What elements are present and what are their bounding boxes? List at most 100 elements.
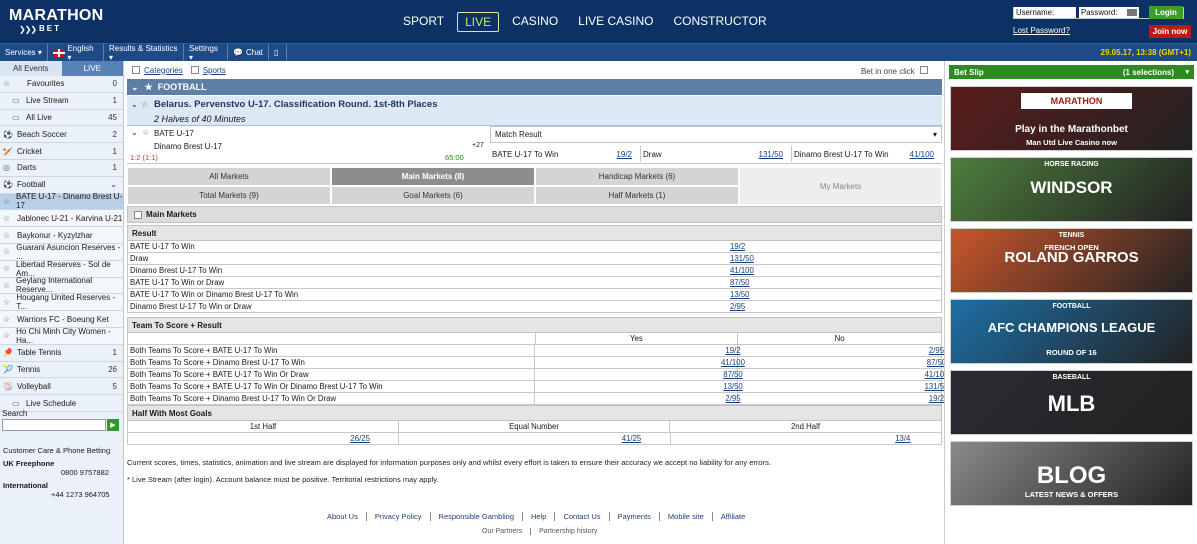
footer-mobile-site[interactable]: Mobile site [660, 512, 713, 521]
banner-afc-champions-league[interactable]: FOOTBALL AFC CHAMPIONS LEAGUE ROUND OF 16 [950, 299, 1193, 364]
banner-mlb[interactable]: BASEBALL MLB [950, 370, 1193, 435]
odd-cell-away[interactable]: Dinamo Brest U-17 To Win 41/100 [792, 146, 942, 162]
login-button[interactable]: Login [1149, 6, 1183, 19]
banner-man-utd-casino[interactable]: MARATHON Play in the Marathonbet Man Utd L… [950, 86, 1193, 151]
footer-affiliate[interactable]: Affiliate [713, 512, 753, 521]
odd-no[interactable]: 41/100 [738, 369, 949, 380]
sidebar-item-ev5[interactable]: ☆ Libertad Reserves - Sol de Am... [0, 260, 123, 278]
teams[interactable]: BATE U-17 Dinamo Brest U-17 [154, 127, 222, 153]
odd-value[interactable]: 2/95 [536, 302, 941, 311]
footer-contact-us[interactable]: Contact Us [555, 512, 610, 521]
collapse-icon[interactable]: ⌄ [131, 128, 138, 137]
categories-checkbox[interactable] [132, 66, 140, 74]
footer-responsible-gambling[interactable]: Responsible Gambling [431, 512, 524, 521]
sidebar-item-football[interactable]: ⚽ Football ⌄ [0, 177, 123, 194]
sidebar-item-ev9[interactable]: ☆ Ho Chi Minh City Women - Ha... [0, 327, 123, 345]
collapse-icon[interactable]: ⌄ [131, 100, 138, 109]
odd-yes[interactable]: 41/100 [535, 357, 745, 368]
join-now-button[interactable]: Join now [1149, 25, 1191, 38]
odd-value[interactable]: 87/50 [536, 278, 941, 287]
mobile-icon[interactable]: ▯ [269, 44, 287, 61]
odd-value[interactable]: 13/50 [536, 290, 941, 299]
sidebar-item-ev6[interactable]: ☆ Geylang International Reserve... [0, 276, 123, 294]
banner-windsor[interactable]: HORSE RACING WINDSOR [950, 157, 1193, 222]
sports-checkbox[interactable] [190, 66, 199, 74]
nav-live-casino[interactable]: LIVE CASINO [571, 12, 660, 32]
keyboard-icon[interactable] [1127, 9, 1137, 16]
star-icon[interactable]: ★ [145, 82, 153, 93]
tab-total-markets[interactable]: Total Markets (9) [127, 186, 331, 205]
sidebar-item-ev2[interactable]: ☆ Jablonec U-21 - Karvina U-21 [0, 210, 123, 228]
odd-no[interactable]: 131/50 [738, 381, 949, 392]
odd-first-half[interactable]: 26/25 [128, 433, 400, 444]
footer-payments[interactable]: Payments [610, 512, 660, 521]
marathon-logo[interactable]: MARATHON BET ❯❯❯ [9, 8, 104, 35]
odd-yes[interactable]: 2/95 [535, 393, 741, 404]
sidebar-item-beach-soccer[interactable]: ⚽ Beach Soccer 2 [0, 126, 123, 144]
nav-constructor[interactable]: CONSTRUCTOR [667, 12, 774, 32]
nav-sport[interactable]: SPORT [396, 12, 451, 32]
sidebar-item-live-stream[interactable]: ▭ Live Stream 1 [0, 93, 123, 110]
odd-value[interactable]: 131/50 [536, 254, 941, 263]
lost-password-link[interactable]: Lost Password? [1013, 26, 1070, 35]
odd-yes[interactable]: 13/50 [535, 381, 743, 392]
sidebar-item-tennis[interactable]: 🎾 Tennis 26 [0, 362, 123, 379]
settings-menu[interactable]: Settings ▾ [184, 44, 228, 62]
star-icon[interactable]: ☆ [141, 100, 148, 109]
nav-casino[interactable]: CASINO [505, 12, 565, 32]
sidebar-item-table-tennis[interactable]: 🏓 Table Tennis 1 [0, 345, 123, 362]
tab-live[interactable]: LIVE [61, 61, 123, 76]
sidebar-item-ev1[interactable]: ☆ BATE U-17 - Dinamo Brest U-17 [0, 192, 123, 210]
banner-blog[interactable]: BLOG LATEST NEWS & OFFERS [950, 441, 1193, 506]
sidebar-item-ev8[interactable]: ☆ Warriors FC - Boeung Ket [0, 311, 123, 328]
footer-our-partners[interactable]: Our Partners [474, 528, 532, 535]
odd-no[interactable]: 87/50 [738, 357, 947, 368]
sports-link[interactable]: Sports [203, 66, 226, 75]
search-go-button[interactable]: ▶ [107, 419, 119, 431]
tab-main-markets[interactable]: Main Markets (8) [331, 167, 535, 186]
odd-equal-number[interactable]: 41/25 [399, 433, 671, 444]
sidebar-item-ev4[interactable]: ☆ Guarani Asuncion Reserves - ... [0, 243, 123, 261]
footer-help[interactable]: Help [523, 512, 556, 521]
tab-all-markets[interactable]: All Markets [127, 167, 331, 186]
password-input[interactable]: Password: [1079, 7, 1139, 18]
banner-roland-garros[interactable]: TENNIS ROLAND GARROS FRENCH OPEN [950, 228, 1193, 293]
odd-value[interactable]: 41/100 [536, 266, 941, 275]
section-checkbox[interactable] [134, 210, 142, 219]
results-statistics-menu[interactable]: Results & Statistics ▾ [104, 44, 184, 62]
bet-one-click-checkbox[interactable] [920, 66, 928, 74]
sidebar-item-ev3[interactable]: ☆ Baykonur - Kyzylzhar [0, 227, 123, 244]
sidebar-item-volleyball[interactable]: 🏐 Volleyball 5 [0, 378, 123, 396]
star-icon[interactable]: ☆ [142, 128, 149, 137]
language-menu[interactable]: English ▾ [48, 44, 104, 62]
services-menu[interactable]: Services ▾ [0, 44, 48, 61]
more-markets-count[interactable]: +27 [472, 142, 484, 149]
tab-my-markets[interactable]: My Markets [739, 167, 942, 205]
tab-all-events[interactable]: All Events [0, 61, 62, 76]
tab-half-markets[interactable]: Half Markets (1) [535, 186, 739, 205]
odd-cell-draw[interactable]: Draw 131/50 [641, 146, 792, 162]
chat-button[interactable]: 💬 Chat [228, 44, 269, 61]
footer-privacy-policy[interactable]: Privacy Policy [367, 512, 431, 521]
sidebar-item-cricket[interactable]: 🏏 Cricket 1 [0, 143, 123, 160]
sidebar-item-ev7[interactable]: ☆ Hougang United Reserves - T... [0, 293, 123, 311]
tab-goal-markets[interactable]: Goal Markets (6) [331, 186, 535, 205]
match-result-dropdown[interactable]: Match Result ▾ [490, 126, 942, 143]
search-input[interactable] [2, 419, 106, 431]
nav-live[interactable]: LIVE [457, 12, 500, 32]
odd-no[interactable]: 19/2 [738, 393, 944, 404]
footer-partnership-history[interactable]: Partnership history [531, 528, 605, 535]
bet-slip-header[interactable]: Bet Slip (1 selections) ▾ [949, 65, 1194, 79]
odd-value[interactable]: 19/2 [536, 242, 941, 251]
odd-no[interactable]: 2/95 [738, 345, 944, 356]
sidebar-item-favourites[interactable]: ☆ Favourites 0 [0, 76, 123, 93]
categories-link[interactable]: Categories [144, 66, 183, 75]
odd-yes[interactable]: 87/50 [535, 369, 743, 380]
tab-handicap-markets[interactable]: Handicap Markets (6) [535, 167, 739, 186]
sport-header[interactable]: ⌄ ★ FOOTBALL [127, 79, 942, 95]
odd-yes[interactable]: 19/2 [535, 345, 741, 356]
odd-second-half[interactable]: 13/4 [671, 433, 941, 444]
footer-about-us[interactable]: About Us [319, 512, 367, 521]
sidebar-item-darts[interactable]: ◎ Darts 1 [0, 160, 123, 177]
sidebar-item-all-live[interactable]: ▭ All Live 45 [0, 110, 123, 127]
